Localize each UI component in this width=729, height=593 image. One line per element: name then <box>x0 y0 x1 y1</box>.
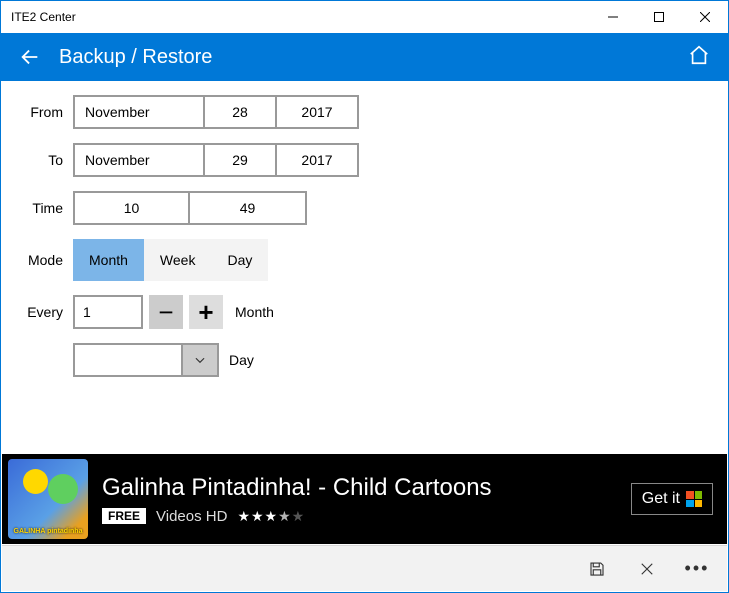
ad-rating-stars: ★★★★★ <box>237 508 305 525</box>
ad-text-block: Galinha Pintadinha! - Child Cartoons FRE… <box>88 474 631 525</box>
maximize-button[interactable] <box>636 1 682 33</box>
time-hour[interactable]: 10 <box>75 193 190 223</box>
from-date-picker[interactable]: November 28 2017 <box>73 95 359 129</box>
save-button[interactable] <box>573 546 621 592</box>
mode-label: Mode <box>11 252 73 268</box>
from-label: From <box>11 104 73 120</box>
home-button[interactable] <box>688 44 710 71</box>
ad-title: Galinha Pintadinha! - Child Cartoons <box>102 474 631 502</box>
cancel-button[interactable] <box>623 546 671 592</box>
mode-month-button[interactable]: Month <box>73 239 144 281</box>
schedule-form: From November 28 2017 To November 29 201… <box>1 81 728 401</box>
time-minute[interactable]: 49 <box>190 193 305 223</box>
mode-week-button[interactable]: Week <box>144 239 212 281</box>
ad-price-badge: FREE <box>102 508 146 524</box>
more-button[interactable]: ••• <box>673 546 721 592</box>
window-titlebar: ITE2 Center <box>1 1 728 33</box>
time-label: Time <box>11 200 73 216</box>
to-date-picker[interactable]: November 29 2017 <box>73 143 359 177</box>
ad-cta-label: Get it <box>642 490 680 508</box>
every-unit-label: Month <box>235 304 274 320</box>
to-label: To <box>11 152 73 168</box>
close-button[interactable] <box>682 1 728 33</box>
ad-thumbnail: GALINHA pintadinha <box>8 459 88 539</box>
mode-day-button[interactable]: Day <box>211 239 268 281</box>
day-select-input[interactable] <box>73 343 183 377</box>
every-increment-button[interactable]: + <box>189 295 223 329</box>
ad-banner[interactable]: GALINHA pintadinha Galinha Pintadinha! -… <box>2 454 727 544</box>
every-value-input[interactable]: 1 <box>73 295 143 329</box>
day-select-dropdown-button[interactable] <box>183 343 219 377</box>
ellipsis-icon: ••• <box>685 558 710 579</box>
to-day[interactable]: 29 <box>205 145 277 175</box>
command-bar: ••• <box>2 545 727 591</box>
microsoft-logo-icon <box>686 491 702 507</box>
from-day[interactable]: 28 <box>205 97 277 127</box>
to-year[interactable]: 2017 <box>277 145 357 175</box>
every-label: Every <box>11 304 73 320</box>
every-decrement-button[interactable]: − <box>149 295 183 329</box>
ad-subtitle: Videos HD <box>156 508 227 525</box>
app-header: Backup / Restore <box>1 33 728 81</box>
window-title: ITE2 Center <box>11 10 590 24</box>
time-picker[interactable]: 10 49 <box>73 191 307 225</box>
day-unit-label: Day <box>229 352 254 368</box>
mode-segmented-control: Month Week Day <box>73 239 268 281</box>
page-title: Backup / Restore <box>59 46 212 69</box>
minimize-button[interactable] <box>590 1 636 33</box>
ad-get-it-button[interactable]: Get it <box>631 483 713 515</box>
to-month[interactable]: November <box>75 145 205 175</box>
from-month[interactable]: November <box>75 97 205 127</box>
from-year[interactable]: 2017 <box>277 97 357 127</box>
back-button[interactable] <box>19 46 59 68</box>
